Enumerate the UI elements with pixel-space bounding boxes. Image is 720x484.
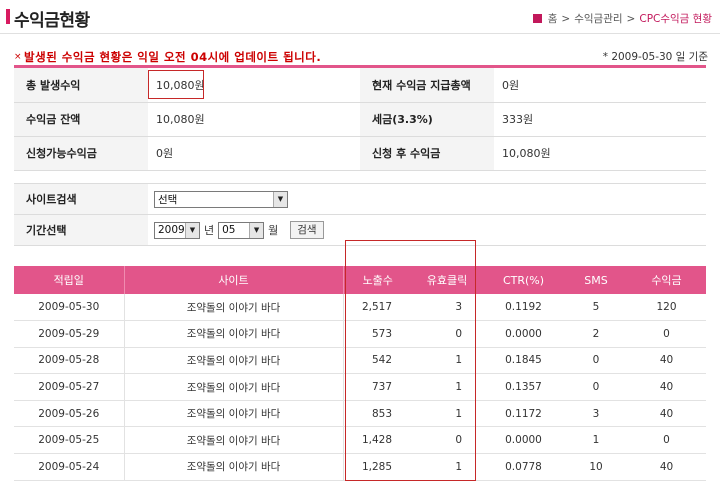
site-select[interactable]: 선택 ▼: [154, 190, 288, 208]
breadcrumb-separator: >: [561, 12, 571, 25]
cell-revenue: 0: [627, 426, 706, 455]
cell-date: 2009-05-30: [14, 294, 125, 322]
chevron-down-icon[interactable]: ▼: [249, 222, 264, 238]
year-select[interactable]: 2009 ▼: [154, 221, 200, 239]
site-filter-label: 사이트검색: [14, 183, 148, 215]
cell-revenue: 40: [627, 347, 706, 375]
cell-sms: 3: [565, 400, 627, 428]
cell-site: 조약돌의 이야기 바다: [124, 373, 344, 401]
page-title: 수익금현황: [14, 11, 90, 31]
cell-sms: 0: [565, 347, 627, 375]
cell-ctr: 0.1845: [482, 347, 565, 375]
month-unit: 월: [268, 224, 279, 237]
search-filters: 사이트검색 선택 ▼ 기간선택 2009 ▼ 년 05 ▼ 월 검색: [14, 183, 706, 246]
cell-ctr: 0.1357: [482, 373, 565, 401]
column-header-date: 적립일: [14, 266, 125, 294]
revenue-summary-table: 총 발생수익 10,080원 현재 수익금 지급총액 0원 수익금 잔액 10,…: [14, 68, 706, 171]
column-header-site: 사이트: [124, 266, 344, 294]
column-header-sms: SMS: [565, 266, 627, 294]
cell-date: 2009-05-28: [14, 347, 125, 375]
column-header-revenue: 수익금: [627, 266, 706, 294]
cell-revenue: 40: [627, 400, 706, 428]
search-button[interactable]: 검색: [290, 221, 324, 239]
cell-sms: 1: [565, 426, 627, 455]
update-notice: × 발생된 수익금 현황은 익일 오전 04시에 업데이트 됩니다.: [14, 49, 321, 65]
summary-label: 수익금 잔액: [14, 102, 148, 137]
cell-date: 2009-05-26: [14, 400, 125, 428]
summary-row: 총 발생수익 10,080원 현재 수익금 지급총액 0원: [14, 68, 706, 103]
cell-sms: 5: [565, 294, 627, 322]
breadcrumb-current[interactable]: CPC수익금 현황: [639, 11, 712, 26]
cell-date: 2009-05-27: [14, 373, 125, 401]
cell-site: 조약돌의 이야기 바다: [124, 294, 344, 322]
month-select-value: 05: [222, 224, 236, 236]
cell-site: 조약돌의 이야기 바다: [124, 347, 344, 375]
breadcrumb-home[interactable]: 홈: [548, 11, 558, 26]
chevron-down-icon[interactable]: ▼: [185, 222, 199, 238]
notice-text: 발생된 수익금 현황은 익일 오전 04시에 업데이트 됩니다.: [24, 50, 322, 64]
breadcrumb: 홈 > 수익금관리 > CPC수익금 현황: [532, 11, 712, 26]
cell-revenue: 0: [627, 320, 706, 348]
notice-mark-icon: ×: [14, 52, 23, 62]
column-header-ctr: CTR(%): [482, 266, 565, 294]
summary-label: 총 발생수익: [14, 68, 148, 103]
cell-ctr: 0.1192: [482, 294, 565, 322]
summary-value: 333원: [494, 102, 706, 137]
summary-row: 수익금 잔액 10,080원 세금(3.3%) 333원: [14, 102, 706, 137]
cell-date: 2009-05-24: [14, 453, 125, 481]
title-marker: [6, 9, 10, 24]
cell-site: 조약돌의 이야기 바다: [124, 426, 344, 455]
cell-site: 조약돌의 이야기 바다: [124, 320, 344, 348]
cell-revenue: 40: [627, 373, 706, 401]
cell-ctr: 0.0778: [482, 453, 565, 481]
reference-date: * 2009-05-30 일 기준: [602, 51, 708, 63]
summary-row: 신청가능수익금 0원 신청 후 수익금 10,080원: [14, 136, 706, 171]
cell-ctr: 0.1172: [482, 400, 565, 428]
total-revenue-highlight: [148, 70, 204, 99]
cell-sms: 2: [565, 320, 627, 348]
summary-value: 10,080원: [148, 102, 360, 137]
summary-label: 신청 후 수익금: [360, 136, 494, 171]
chevron-down-icon[interactable]: ▼: [273, 191, 287, 207]
month-select[interactable]: 05 ▼: [218, 221, 265, 239]
cell-site: 조약돌의 이야기 바다: [124, 453, 344, 481]
breadcrumb-revenue-management[interactable]: 수익금관리: [574, 11, 622, 26]
summary-value: 0원: [148, 136, 360, 171]
cell-ctr: 0.0000: [482, 426, 565, 455]
year-unit: 년: [204, 224, 215, 237]
breadcrumb-separator: >: [626, 12, 636, 25]
cell-date: 2009-05-25: [14, 426, 125, 455]
page-header: 수익금현황 홈 > 수익금관리 > CPC수익금 현황: [0, 0, 720, 34]
site-filter-row: 사이트검색 선택 ▼: [14, 183, 706, 215]
cell-revenue: 40: [627, 453, 706, 481]
cell-revenue: 120: [627, 294, 706, 322]
impressions-clicks-highlight: [345, 240, 476, 481]
cell-ctr: 0.0000: [482, 320, 565, 348]
summary-value: 0원: [494, 68, 706, 103]
cell-site: 조약돌의 이야기 바다: [124, 400, 344, 428]
cell-date: 2009-05-29: [14, 320, 125, 348]
summary-label: 신청가능수익금: [14, 136, 148, 171]
summary-label: 현재 수익금 지급총액: [360, 68, 494, 103]
summary-value: 10,080원: [494, 136, 706, 171]
cell-sms: 0: [565, 373, 627, 401]
site-select-value: 선택: [158, 193, 178, 206]
cell-sms: 10: [565, 453, 627, 481]
home-icon[interactable]: [532, 14, 542, 23]
summary-label: 세금(3.3%): [360, 102, 494, 137]
header-divider: [0, 33, 720, 34]
year-select-value: 2009: [158, 224, 185, 236]
period-filter-label: 기간선택: [14, 214, 148, 246]
